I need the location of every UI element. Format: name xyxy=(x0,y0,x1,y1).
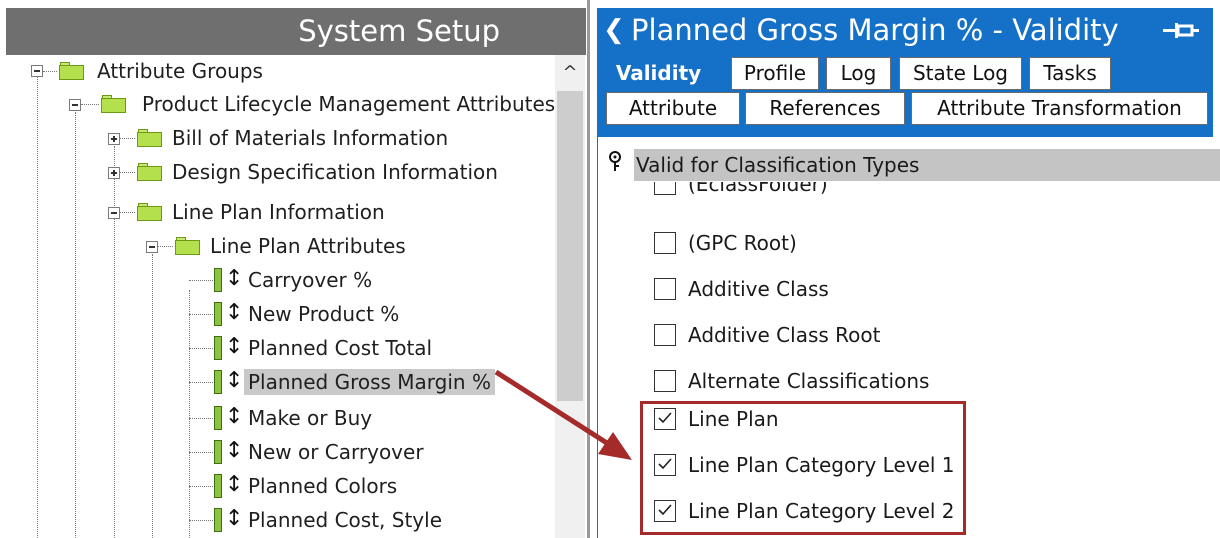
expand-toggle-design[interactable] xyxy=(108,167,120,179)
scroll-up-icon[interactable]: ^ xyxy=(555,55,585,91)
attribute-icon: ↕ xyxy=(213,368,243,394)
collapse-toggle-line-plan-info[interactable] xyxy=(108,207,120,219)
tree-item-plm-attributes[interactable]: Product Lifecycle Management Attributes xyxy=(142,91,555,117)
folder-icon xyxy=(101,95,126,113)
folder-icon xyxy=(137,163,162,181)
checkbox[interactable] xyxy=(654,370,676,392)
tree-item-design-specification[interactable]: Design Specification Information xyxy=(172,159,498,185)
attribute-icon: ↕ xyxy=(213,334,243,360)
tree-item-attribute[interactable]: Planned Colors xyxy=(248,473,397,499)
attribute-icon: ↕ xyxy=(213,266,243,292)
tree-item-attribute[interactable]: Planned Cost, Style xyxy=(248,507,442,533)
key-icon xyxy=(609,151,621,171)
attribute-icon: ↕ xyxy=(213,472,243,498)
attribute-icon: ↕ xyxy=(213,506,243,532)
folder-icon xyxy=(59,62,84,80)
tree-item-attribute[interactable]: New or Carryover xyxy=(248,439,424,465)
tree-item-line-plan-attributes[interactable]: Line Plan Attributes xyxy=(210,233,406,259)
tree-item-attribute[interactable]: Carryover % xyxy=(248,267,372,293)
checkbox-label: (EclassFolder) xyxy=(688,182,828,196)
collapse-toggle-plm[interactable] xyxy=(69,99,81,111)
attribute-icon: ↕ xyxy=(213,300,243,326)
section-header-valid-classification-types[interactable]: Valid for Classification Types xyxy=(634,149,1220,181)
tree-item-line-plan-information[interactable]: Line Plan Information xyxy=(172,199,385,225)
tab-attribute[interactable]: Attribute xyxy=(606,92,740,125)
checkbox-label: Additive Class xyxy=(688,277,829,301)
system-setup-title: System Setup xyxy=(6,8,586,55)
editor-title-bar: ❮ Planned Gross Margin % - Validity xyxy=(597,8,1213,53)
tab-attribute-transformation[interactable]: Attribute Transformation xyxy=(911,92,1208,125)
checkbox-label: Additive Class Root xyxy=(688,323,881,347)
editor-title: Planned Gross Margin % - Validity xyxy=(631,13,1119,47)
tab-bar: Validity Profile Log State Log Tasks Att… xyxy=(597,53,1213,133)
tab-validity[interactable]: Validity xyxy=(606,57,711,90)
expand-toggle-bom[interactable] xyxy=(108,133,120,145)
tab-log[interactable]: Log xyxy=(826,57,891,90)
tab-profile[interactable]: Profile xyxy=(731,57,819,90)
folder-icon xyxy=(175,237,200,255)
checkbox[interactable] xyxy=(654,324,676,346)
tree-item-bill-of-materials[interactable]: Bill of Materials Information xyxy=(172,125,448,151)
folder-icon xyxy=(137,203,162,221)
checkbox-label: Alternate Classifications xyxy=(688,369,930,393)
attribute-icon: ↕ xyxy=(213,404,243,430)
tree-item-attribute[interactable]: Make or Buy xyxy=(248,405,372,431)
checkbox[interactable] xyxy=(654,278,676,300)
highlight-box xyxy=(640,401,966,535)
collapse-toggle-attribute-groups[interactable] xyxy=(31,65,43,77)
tree-item-attribute-selected[interactable]: Planned Gross Margin % xyxy=(244,369,495,395)
checkbox[interactable] xyxy=(654,232,676,254)
checkbox-label: (GPC Root) xyxy=(688,231,797,255)
attribute-icon: ↕ xyxy=(213,438,243,464)
system-setup-panel: System Setup Attribute Groups Product Li… xyxy=(0,0,590,538)
folder-icon xyxy=(137,129,162,147)
collapse-toggle-line-plan-attributes[interactable] xyxy=(146,241,158,253)
back-arrow-icon[interactable]: ❮ xyxy=(603,8,625,53)
tree-item-attribute-groups[interactable]: Attribute Groups xyxy=(97,58,263,84)
checkbox[interactable] xyxy=(654,182,676,195)
tree-item-attribute[interactable]: Planned Cost Total xyxy=(248,335,432,361)
scroll-thumb[interactable] xyxy=(557,91,583,401)
tree-scrollbar[interactable]: ^ xyxy=(555,55,585,538)
checkbox-row[interactable]: (EclassFolder) xyxy=(654,182,954,214)
attribute-tree: Attribute Groups Product Lifecycle Manag… xyxy=(0,55,555,538)
tab-references[interactable]: References xyxy=(745,92,905,125)
tab-tasks[interactable]: Tasks xyxy=(1029,57,1111,90)
tab-state-log[interactable]: State Log xyxy=(899,57,1022,90)
pin-icon[interactable] xyxy=(1161,19,1201,41)
tree-item-attribute[interactable]: New Product % xyxy=(248,301,399,327)
